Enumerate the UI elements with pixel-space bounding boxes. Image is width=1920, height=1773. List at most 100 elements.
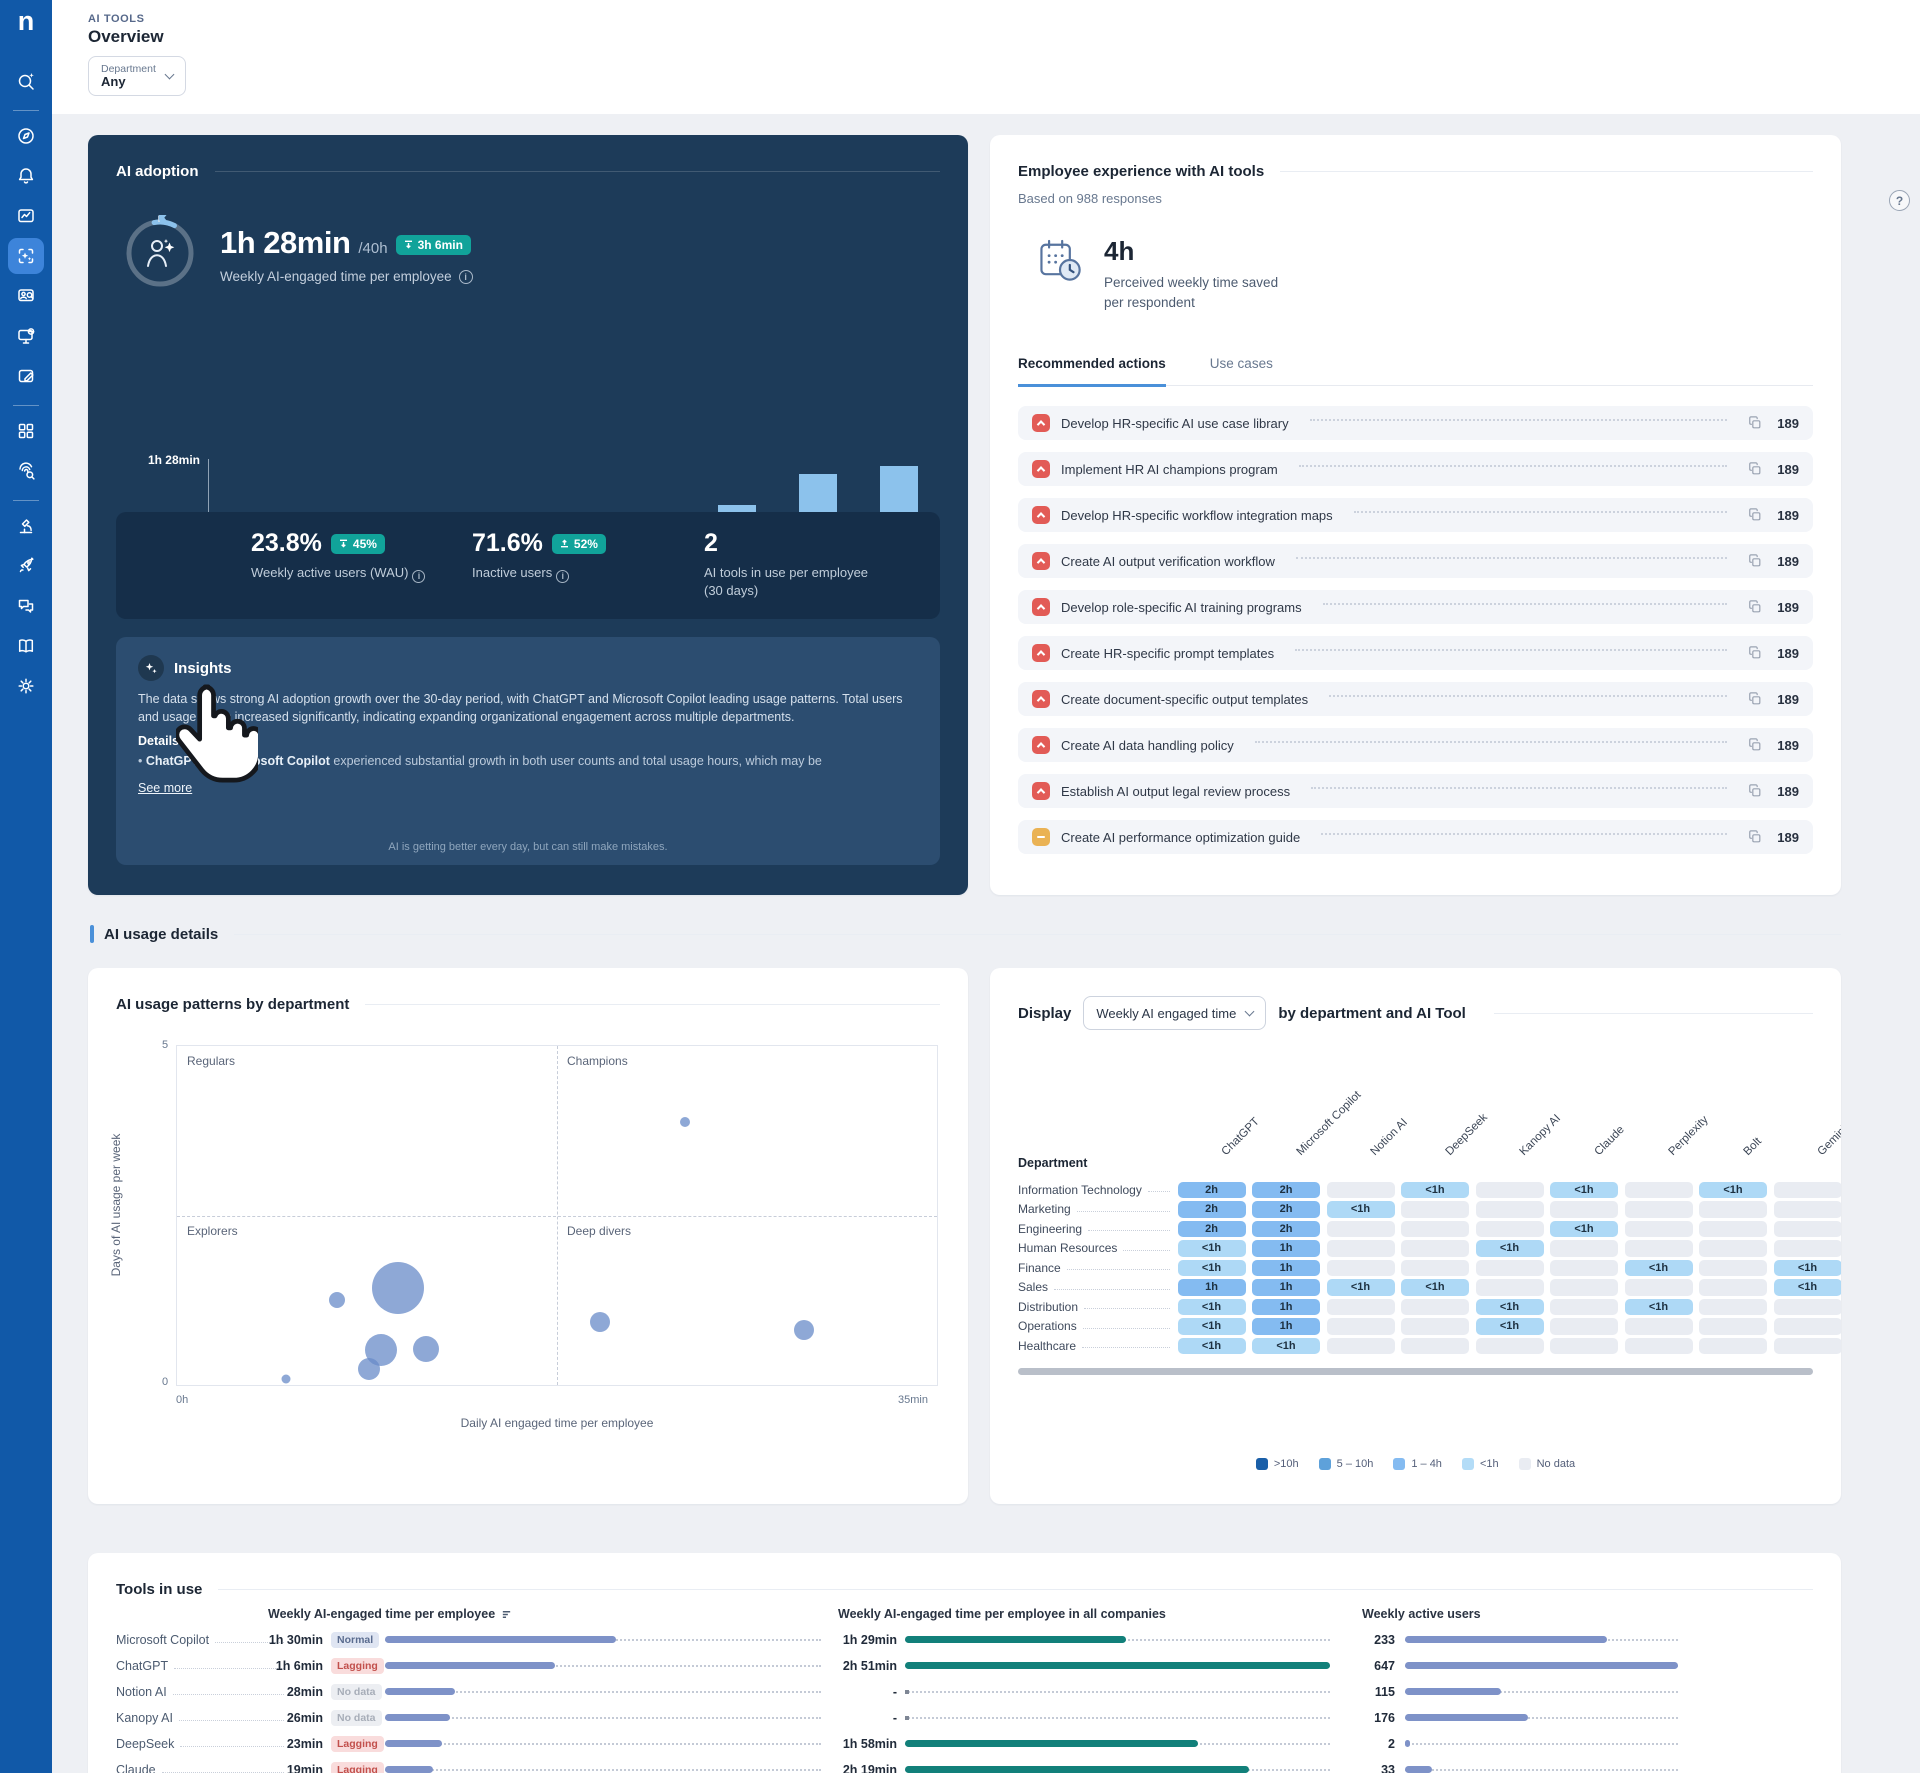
see-more-link[interactable]: See more — [138, 781, 192, 795]
stat-label: Inactive users — [472, 564, 606, 583]
dashboard-chart-icon[interactable] — [8, 198, 44, 234]
action-row[interactable]: Develop HR-specific workflow integration… — [1018, 498, 1813, 532]
recommended-actions-list: Develop HR-specific AI use case library1… — [1018, 406, 1813, 854]
tasks-edit-icon[interactable] — [8, 358, 44, 394]
dotted-leader — [1148, 1191, 1170, 1192]
weekly-time-target: /40h — [358, 240, 387, 257]
info-icon[interactable] — [459, 270, 473, 284]
priority-high-icon — [1032, 782, 1050, 800]
dotted-leader — [1077, 1211, 1170, 1212]
action-row[interactable]: Establish AI output legal review process… — [1018, 774, 1813, 808]
weekly-time-value: 1h 28min — [220, 225, 350, 261]
action-row[interactable]: Develop HR-specific AI use case library1… — [1018, 406, 1813, 440]
heatmap-cell — [1774, 1338, 1842, 1355]
action-row[interactable]: Develop role-specific AI training progra… — [1018, 590, 1813, 624]
heatmap-cell — [1327, 1182, 1395, 1199]
metric-select[interactable]: Weekly AI engaged time — [1083, 996, 1266, 1030]
action-row[interactable]: Implement HR AI champions program189 — [1018, 452, 1813, 486]
tool-time-value: 1h 6min — [238, 1659, 323, 1673]
action-row[interactable]: Create AI data handling policy189 — [1018, 728, 1813, 762]
department-label: Healthcare — [1018, 1339, 1178, 1353]
identity-search-icon[interactable] — [8, 453, 44, 489]
engaged-time-bar — [385, 1714, 450, 1721]
copy-icon[interactable] — [1748, 416, 1762, 430]
status-badge: No data — [331, 1710, 382, 1726]
action-count: 189 — [1773, 462, 1799, 477]
time-saved-stat: 4h Perceived weekly time saved per respo… — [1036, 236, 1813, 312]
benchmark-value: 2h 19min — [812, 1763, 897, 1773]
knowledge-book-icon[interactable] — [8, 628, 44, 664]
column-header-engaged-time[interactable]: Weekly AI-engaged time per employee — [268, 1607, 512, 1621]
status-badge: Lagging — [331, 1658, 384, 1674]
status-badge: No data — [331, 1684, 382, 1700]
sidebar-item-ai-tools-active[interactable] — [8, 238, 44, 274]
heatmap-cell — [1774, 1221, 1842, 1238]
priority-medium-icon — [1032, 828, 1050, 846]
scatter-bubble — [680, 1117, 690, 1127]
settings-gear-icon[interactable] — [8, 668, 44, 704]
heatmap-cell — [1625, 1279, 1693, 1296]
tab-use-cases[interactable]: Use cases — [1210, 356, 1273, 385]
action-row[interactable]: Create AI performance optimization guide… — [1018, 820, 1813, 854]
copy-icon[interactable] — [1748, 784, 1762, 798]
apps-grid-icon[interactable] — [8, 413, 44, 449]
action-row[interactable]: Create HR-specific prompt templates189 — [1018, 636, 1813, 670]
heatmap-scrollbar[interactable] — [1018, 1368, 1813, 1375]
dotted-leader — [1329, 695, 1727, 697]
app-logo[interactable]: n — [18, 8, 35, 35]
quadrant-label-deep-divers: Deep divers — [567, 1224, 631, 1238]
people-insights-icon[interactable] — [8, 278, 44, 314]
rocket-icon[interactable] — [8, 548, 44, 584]
legend-item: No data — [1519, 1458, 1576, 1470]
copy-icon[interactable] — [1748, 508, 1762, 522]
copy-icon[interactable] — [1748, 646, 1762, 660]
heatmap-cell — [1774, 1182, 1842, 1199]
sidebar: n — [0, 0, 52, 1773]
copy-icon[interactable] — [1748, 554, 1762, 568]
priority-high-icon — [1032, 414, 1050, 432]
compass-icon[interactable] — [8, 118, 44, 154]
status-badge: Normal — [331, 1632, 379, 1648]
heatmap-row: Distribution<1h1h<1h<1h — [1018, 1297, 1841, 1317]
ai-search-icon[interactable] — [8, 63, 44, 99]
benchmark-bar — [905, 1740, 1198, 1747]
copy-icon[interactable] — [1748, 600, 1762, 614]
notifications-bell-icon[interactable] — [8, 158, 44, 194]
stat-1: 23.8%45%Weekly active users (WAU) — [251, 529, 425, 583]
copy-icon[interactable] — [1748, 738, 1762, 752]
heatmap-cell — [1476, 1182, 1544, 1199]
copy-icon[interactable] — [1748, 462, 1762, 476]
department-filter[interactable]: Department Any — [88, 56, 186, 96]
priority-high-icon — [1032, 552, 1050, 570]
device-monitor-icon[interactable] — [8, 318, 44, 354]
info-icon[interactable] — [412, 570, 425, 583]
tab-recommended-actions[interactable]: Recommended actions — [1018, 356, 1166, 387]
heatmap-cell: <1h — [1178, 1318, 1246, 1335]
column-header-active-users: Weekly active users — [1362, 1607, 1481, 1621]
section-title: AI usage details — [104, 926, 218, 943]
heatmap-cell: <1h — [1699, 1182, 1767, 1199]
lab-research-icon[interactable] — [8, 508, 44, 544]
info-icon[interactable] — [556, 570, 569, 583]
action-row[interactable]: Create AI output verification workflow18… — [1018, 544, 1813, 578]
heatmap-cell: <1h — [1327, 1279, 1395, 1296]
heatmap-cell: 1h — [1178, 1279, 1246, 1296]
tool-row: ChatGPT1h 6minLagging2h 51min647 — [88, 1653, 1841, 1679]
help-button[interactable]: ? — [1889, 190, 1910, 211]
heatmap-cell: <1h — [1625, 1260, 1693, 1277]
heatmap-cell — [1699, 1260, 1767, 1277]
action-row[interactable]: Create document-specific output template… — [1018, 682, 1813, 716]
ai-adoption-title: AI adoption — [116, 163, 199, 180]
stat-2: 71.6%52%Inactive users — [472, 529, 606, 583]
heatmap-row: Information Technology2h2h<1h<1h<1h — [1018, 1180, 1841, 1200]
copy-icon[interactable] — [1748, 692, 1762, 706]
status-badge: Lagging — [331, 1762, 384, 1773]
heatmap-cell: <1h — [1178, 1299, 1246, 1316]
heatmap-cell — [1699, 1338, 1767, 1355]
benchmark-value: 1h 29min — [812, 1633, 897, 1647]
tool-row: Notion AI28minNo data-115 — [88, 1679, 1841, 1705]
chat-messages-icon[interactable] — [8, 588, 44, 624]
heatmap-cell — [1401, 1318, 1469, 1335]
copy-icon[interactable] — [1748, 830, 1762, 844]
scatter-title: AI usage patterns by department — [116, 996, 349, 1013]
